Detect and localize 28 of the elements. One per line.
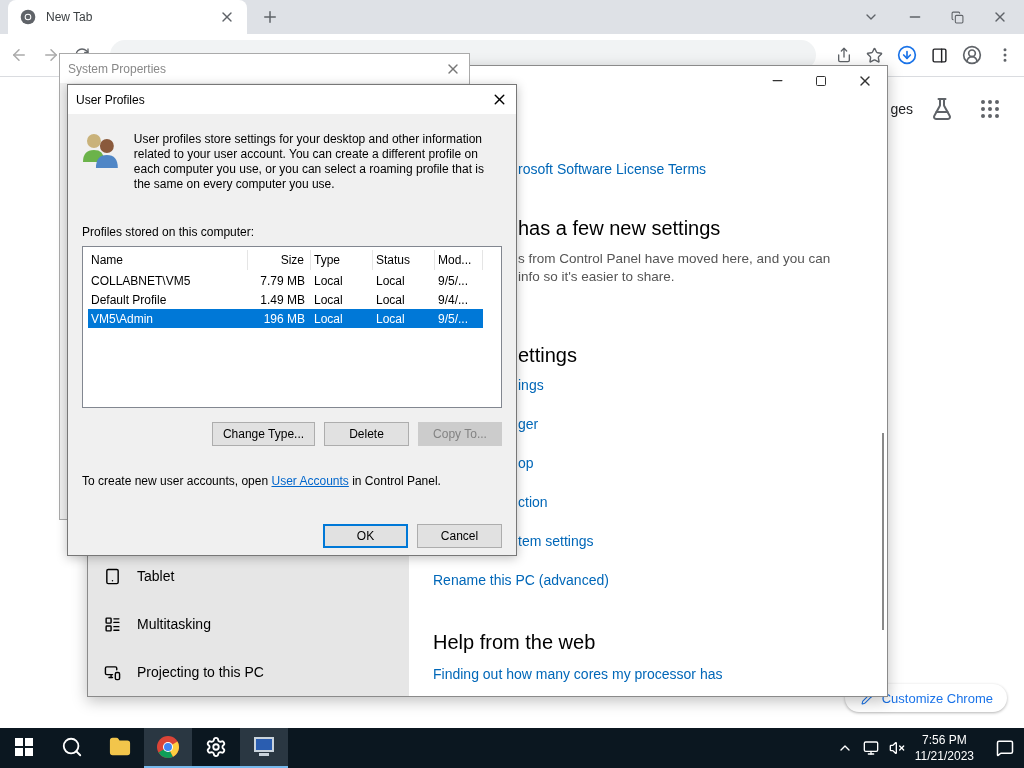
section-heading: has a few new settings	[518, 216, 721, 241]
section-heading: ettings	[518, 343, 577, 368]
table-cell-text: 9/4/...	[437, 292, 470, 307]
nav-label: Projecting to this PC	[137, 664, 264, 680]
table-cell-text: Local	[375, 273, 406, 288]
footer-text: To create new user accounts, open User Accounts in Control Panel.	[82, 474, 442, 488]
table-cell-text: Local	[313, 292, 344, 307]
table-cell-text: 7.79 MB	[259, 273, 306, 288]
section-heading: Help from the web	[433, 630, 596, 655]
table-cell-text: VM5\Admin	[90, 311, 155, 326]
section-description: s from Control Panel have moved here, and you can info so it's easier to share.	[518, 250, 831, 286]
table-cell-text: Local	[375, 311, 406, 326]
dialog-description: User profiles store settings for your desktop and other information related to your user account. You can create a different profile on each computer you use, or you can select a roaming profile that is the same on every computer you use.	[133, 132, 485, 192]
table-cell-text: Local	[313, 273, 344, 288]
table-cell-text: 9/5/...	[437, 311, 470, 326]
table-cell-text: 1.49 MB	[259, 292, 306, 307]
tab-title: New Tab	[46, 10, 94, 24]
table-cell-text: Default Profile	[90, 292, 168, 307]
window-title: User Profiles	[76, 92, 145, 107]
list-label: Profiles stored on this computer:	[82, 225, 256, 239]
table-cell-text: COLLABNET\VM5	[90, 273, 192, 288]
nav-label: Multitasking	[137, 616, 211, 632]
table-cell-text: 196 MB	[262, 311, 306, 326]
table-cell-text: Local	[375, 292, 406, 307]
table-cell-text: 9/5/...	[437, 273, 470, 288]
table-cell-text: Local	[313, 311, 344, 326]
nav-label: Tablet	[137, 568, 175, 584]
window-title: System Properties	[68, 61, 167, 76]
